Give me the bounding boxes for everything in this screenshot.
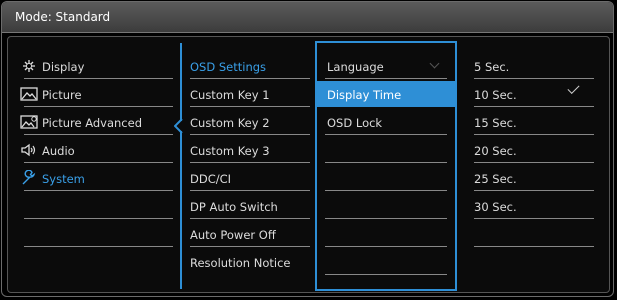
submenu-item-dp-auto-switch[interactable]: DP Auto Switch (190, 192, 310, 220)
divider (190, 134, 310, 135)
value-30-sec[interactable]: 30 Sec. (474, 192, 594, 220)
value-label: 20 Sec. (474, 144, 517, 158)
divider (190, 78, 310, 79)
main-item-audio[interactable]: Audio (8, 136, 173, 164)
active-indicator-line (180, 43, 182, 121)
submenu-item-label: Custom Key 3 (190, 144, 270, 158)
submenu-item-auto-power-off[interactable]: Auto Power Off (190, 220, 310, 248)
value-5-sec[interactable]: 5 Sec. (474, 52, 594, 80)
main-item-label: Display (42, 60, 85, 74)
value-label: 10 Sec. (474, 88, 517, 102)
sun-sparkle-icon (23, 60, 35, 72)
option-label: OSD Lock (327, 116, 383, 130)
divider (325, 218, 447, 219)
submenu-item-label: Custom Key 1 (190, 88, 270, 102)
divider (24, 218, 173, 219)
divider (190, 190, 310, 191)
submenu-item-label: Resolution Notice (190, 256, 291, 270)
value-25-sec[interactable]: 25 Sec. (474, 164, 594, 192)
divider (190, 106, 310, 107)
divider (325, 162, 447, 163)
main-item-label: Audio (42, 144, 75, 158)
divider (24, 106, 173, 107)
value-label: 15 Sec. (474, 116, 517, 130)
chevron-down-icon (429, 58, 440, 69)
value-label: 30 Sec. (474, 200, 517, 214)
main-item-label: System (42, 172, 85, 186)
main-item-label: Picture Advanced (42, 116, 143, 130)
divider (190, 246, 310, 247)
divider (24, 78, 173, 79)
divider (474, 218, 594, 219)
submenu-item-osd-settings[interactable]: OSD Settings (190, 52, 310, 80)
submenu-item-resolution-notice[interactable]: Resolution Notice (190, 248, 310, 276)
submenu-item-label: DDC/CI (190, 172, 232, 186)
submenu-item-label: OSD Settings (190, 60, 267, 74)
divider (474, 78, 594, 79)
submenu-item-custom-key-3[interactable]: Custom Key 3 (190, 136, 310, 164)
divider (325, 190, 447, 191)
divider (24, 246, 173, 247)
divider (24, 190, 173, 191)
divider (325, 246, 447, 247)
value-15-sec[interactable]: 15 Sec. (474, 108, 594, 136)
submenu-item-custom-key-1[interactable]: Custom Key 1 (190, 80, 310, 108)
value-20-sec[interactable]: 20 Sec. (474, 136, 594, 164)
main-item-picture[interactable]: Picture (8, 80, 173, 108)
option-language[interactable]: Language (325, 52, 447, 80)
divider (474, 106, 594, 107)
osd-window: Mode: Standard Display Picture Picture A… (1, 1, 614, 297)
option-label: Display Time (327, 88, 402, 102)
active-indicator-line (180, 131, 182, 289)
divider (474, 246, 594, 247)
submenu-item-label: Auto Power Off (190, 228, 276, 242)
mountain-picture-icon (20, 87, 38, 101)
divider (474, 134, 594, 135)
submenu-item-ddc-ci[interactable]: DDC/CI (190, 164, 310, 192)
submenu-item-label: Custom Key 2 (190, 116, 270, 130)
menu-panel: Display Picture Picture Advanced Audio S… (7, 36, 610, 293)
divider (325, 274, 447, 275)
main-item-picture-advanced[interactable]: Picture Advanced (8, 108, 173, 136)
picture-advanced-icon (20, 115, 38, 129)
divider (474, 190, 594, 191)
main-menu: Display Picture Picture Advanced Audio S… (8, 37, 180, 292)
divider (24, 162, 173, 163)
main-item-label: Picture (42, 88, 82, 102)
value-label: 5 Sec. (474, 60, 510, 74)
divider (24, 134, 173, 135)
divider (325, 134, 447, 135)
main-item-display[interactable]: Display (8, 52, 173, 80)
submenu-item-label: DP Auto Switch (190, 200, 278, 214)
speaker-icon (21, 143, 36, 157)
main-item-system[interactable]: System (8, 164, 173, 192)
wrench-icon (22, 170, 36, 185)
divider (474, 162, 594, 163)
option-display-time[interactable]: Display Time (325, 80, 447, 108)
option-osd-lock[interactable]: OSD Lock (325, 108, 447, 136)
divider (190, 218, 310, 219)
divider (190, 162, 310, 163)
submenu-item-custom-key-2[interactable]: Custom Key 2 (190, 108, 310, 136)
divider (325, 78, 447, 79)
value-label: 25 Sec. (474, 172, 517, 186)
mode-title: Mode: Standard (15, 10, 111, 24)
option-label: Language (327, 60, 384, 74)
title-bar: Mode: Standard (2, 2, 613, 33)
